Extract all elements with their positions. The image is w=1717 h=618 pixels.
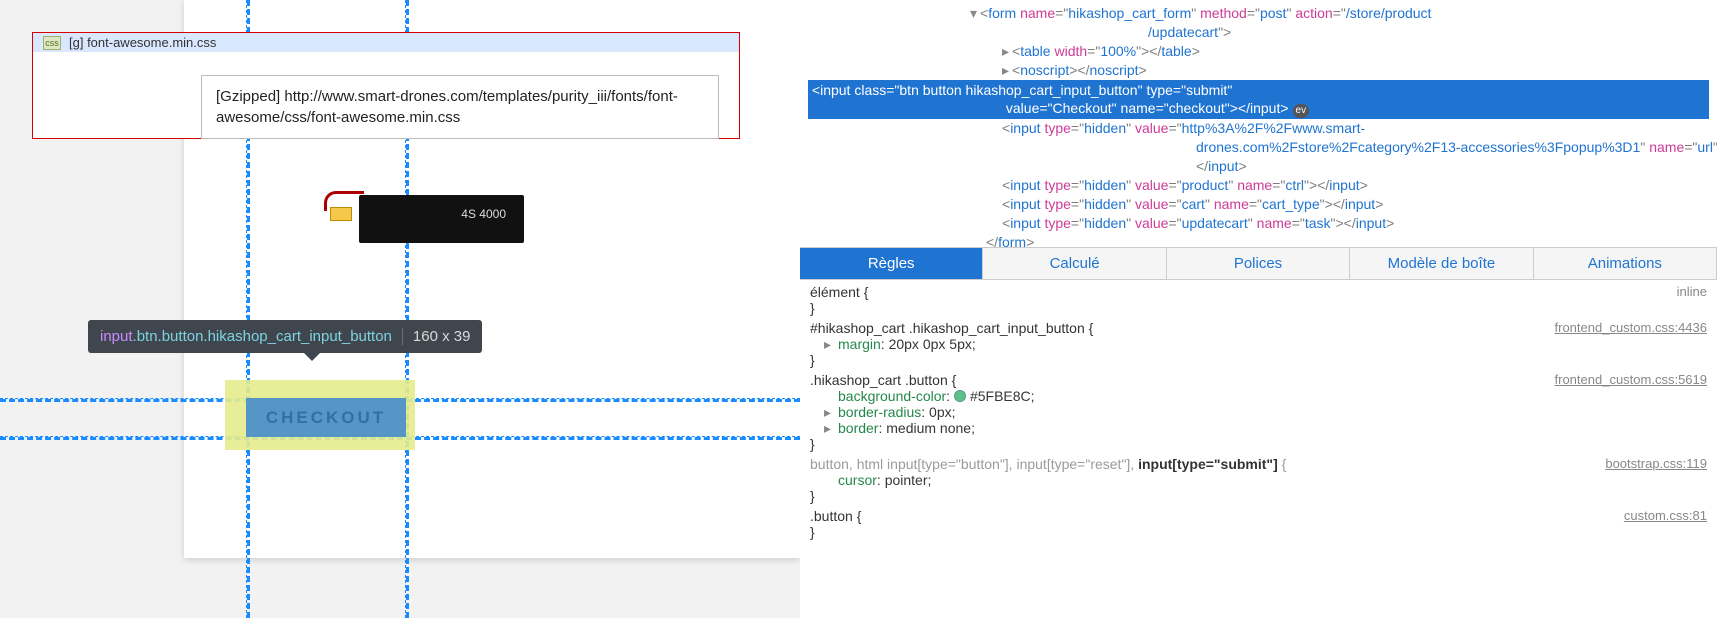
- css-tabs: Règles Calculé Polices Modèle de boîte A…: [800, 248, 1717, 280]
- dom-node-selected[interactable]: <input class="btn button hikashop_cart_i…: [808, 80, 1709, 120]
- tab-regles[interactable]: Règles: [800, 248, 983, 279]
- tab-polices[interactable]: Polices: [1167, 248, 1350, 279]
- css-search-hit: css [g] font-awesome.min.css [Gzipped] h…: [32, 32, 740, 139]
- sel-class: .btn.button.hikashop_cart_input_button: [133, 328, 392, 345]
- css-rule-block[interactable]: bootstrap.css:119button, html input[type…: [810, 456, 1707, 504]
- css-block-close: }: [810, 436, 1707, 452]
- css-rule-block[interactable]: inlineélément {}: [810, 284, 1707, 316]
- css-rule-block[interactable]: frontend_custom.css:5619.hikashop_cart .…: [810, 372, 1707, 452]
- css-source-link[interactable]: frontend_custom.css:5619: [1555, 372, 1707, 387]
- event-badge[interactable]: ev: [1293, 104, 1310, 118]
- css-declaration[interactable]: border-radius: 0px;: [810, 404, 1707, 420]
- css-search-row[interactable]: css [g] font-awesome.min.css: [33, 33, 739, 52]
- sel-tag: input: [100, 328, 133, 345]
- tab-animations[interactable]: Animations: [1534, 248, 1717, 279]
- css-declaration[interactable]: margin: 20px 0px 5px;: [810, 336, 1707, 352]
- battery-label: 4S 4000: [461, 207, 506, 221]
- css-rule-block[interactable]: custom.css:81.button {}: [810, 508, 1707, 540]
- dom-node: <table width="100%"></table>: [808, 42, 1709, 61]
- checkout-button[interactable]: CHECKOUT: [246, 398, 406, 437]
- css-source-link[interactable]: inline: [1677, 284, 1707, 299]
- css-file-label: [g] font-awesome.min.css: [69, 35, 216, 50]
- dom-node: <input type="hidden" value="http%3A%2F%2…: [808, 119, 1709, 176]
- css-selector: .button {: [810, 508, 1707, 524]
- battery-plug: [330, 207, 352, 221]
- devtools-panel: <form name="hikashop_cart_form" method="…: [800, 0, 1717, 618]
- dom-tree[interactable]: <form name="hikashop_cart_form" method="…: [800, 0, 1717, 248]
- css-declaration[interactable]: border: medium none;: [810, 420, 1707, 436]
- page-preview: css [g] font-awesome.min.css [Gzipped] h…: [0, 0, 800, 618]
- css-rule-block[interactable]: frontend_custom.css:4436#hikashop_cart .…: [810, 320, 1707, 368]
- tab-modele[interactable]: Modèle de boîte: [1350, 248, 1533, 279]
- sel-dimensions: 160 x 39: [402, 328, 471, 345]
- css-source-link[interactable]: custom.css:81: [1624, 508, 1707, 523]
- css-source-link[interactable]: frontend_custom.css:4436: [1555, 320, 1707, 335]
- css-block-close: }: [810, 524, 1707, 540]
- css-selector: button, html input[type="button"], input…: [810, 456, 1707, 472]
- css-block-close: }: [810, 352, 1707, 368]
- css-source-link[interactable]: bootstrap.css:119: [1605, 456, 1707, 471]
- css-file-icon: css: [43, 36, 61, 50]
- css-block-close: }: [810, 300, 1707, 316]
- css-declaration[interactable]: background-color: #5FBE8C;: [810, 388, 1707, 404]
- dom-node: <input type="hidden" value="updatecart" …: [808, 214, 1709, 233]
- css-rules-panel[interactable]: inlineélément {}frontend_custom.css:4436…: [800, 280, 1717, 618]
- product-image: 4S 4000: [324, 185, 524, 255]
- dom-node: <input type="hidden" value="cart" name="…: [808, 195, 1709, 214]
- css-selector: élément {: [810, 284, 1707, 300]
- dom-node: </form>: [808, 233, 1709, 248]
- css-block-close: }: [810, 488, 1707, 504]
- dom-node: <input type="hidden" value="product" nam…: [808, 176, 1709, 195]
- tab-calcule[interactable]: Calculé: [983, 248, 1166, 279]
- dom-node: <noscript></noscript>: [808, 61, 1709, 80]
- css-tooltip: [Gzipped] http://www.smart-drones.com/te…: [201, 75, 719, 139]
- css-declaration[interactable]: cursor: pointer;: [810, 472, 1707, 488]
- element-selector-tooltip: input.btn.button.hikashop_cart_input_but…: [88, 320, 482, 353]
- dom-node: <form name="hikashop_cart_form" method="…: [808, 4, 1709, 42]
